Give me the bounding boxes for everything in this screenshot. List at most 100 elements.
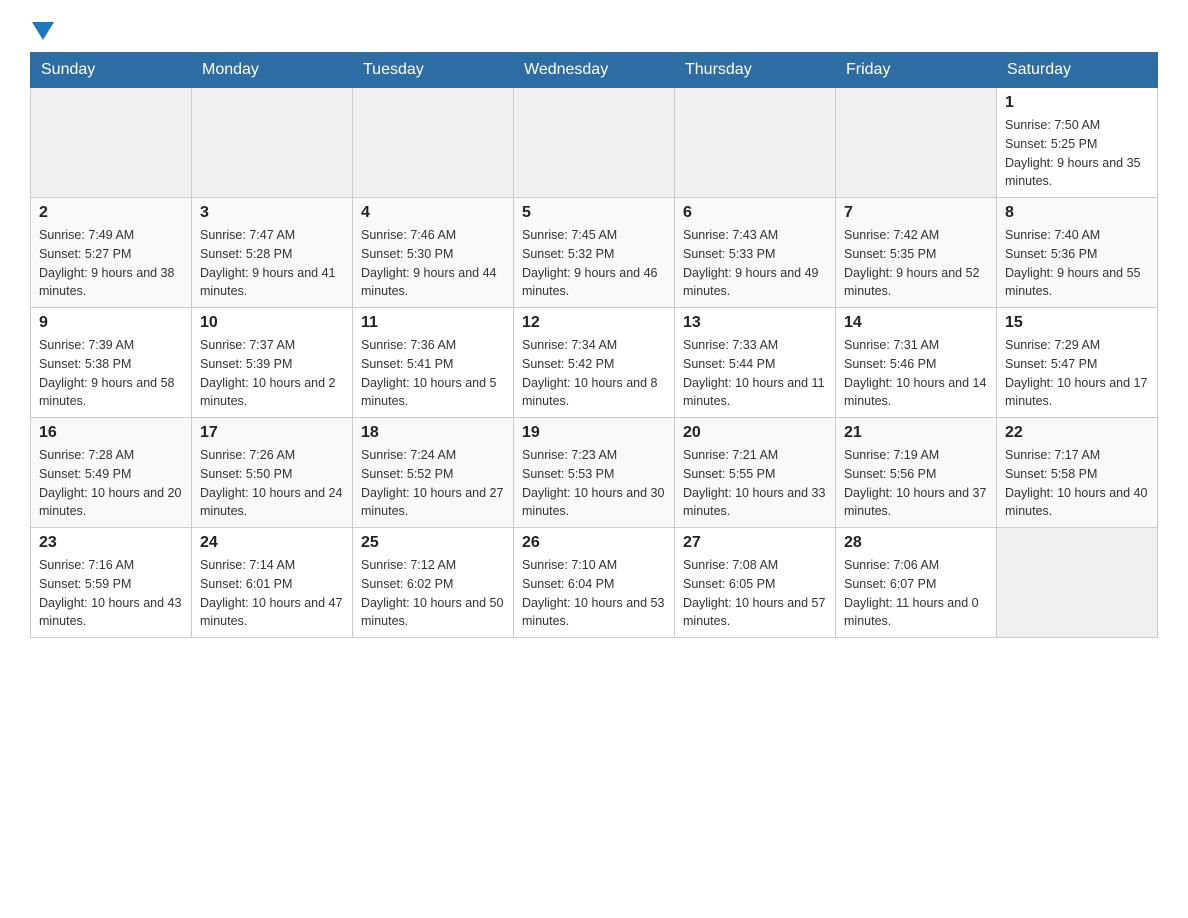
day-info: Sunrise: 7:26 AMSunset: 5:50 PMDaylight:… — [200, 446, 344, 521]
calendar-cell — [836, 88, 997, 198]
day-info: Sunrise: 7:14 AMSunset: 6:01 PMDaylight:… — [200, 556, 344, 631]
calendar-cell: 18 Sunrise: 7:24 AMSunset: 5:52 PMDayligh… — [353, 418, 514, 528]
day-info: Sunrise: 7:46 AMSunset: 5:30 PMDaylight:… — [361, 226, 505, 301]
day-number: 6 — [683, 204, 827, 222]
calendar-table: SundayMondayTuesdayWednesdayThursdayFrid… — [30, 52, 1158, 638]
day-number: 10 — [200, 314, 344, 332]
day-number: 17 — [200, 424, 344, 442]
calendar-header-thursday: Thursday — [675, 53, 836, 88]
calendar-cell: 21 Sunrise: 7:19 AMSunset: 5:56 PMDayligh… — [836, 418, 997, 528]
calendar-cell: 4 Sunrise: 7:46 AMSunset: 5:30 PMDaylight… — [353, 198, 514, 308]
calendar-header-row: SundayMondayTuesdayWednesdayThursdayFrid… — [31, 53, 1158, 88]
day-number: 11 — [361, 314, 505, 332]
day-number: 24 — [200, 534, 344, 552]
day-number: 18 — [361, 424, 505, 442]
calendar-cell: 26 Sunrise: 7:10 AMSunset: 6:04 PMDayligh… — [514, 528, 675, 638]
day-number: 15 — [1005, 314, 1149, 332]
day-info: Sunrise: 7:43 AMSunset: 5:33 PMDaylight:… — [683, 226, 827, 301]
calendar-cell: 28 Sunrise: 7:06 AMSunset: 6:07 PMDayligh… — [836, 528, 997, 638]
calendar-cell — [514, 88, 675, 198]
calendar-cell: 22 Sunrise: 7:17 AMSunset: 5:58 PMDayligh… — [997, 418, 1158, 528]
day-number: 23 — [39, 534, 183, 552]
day-number: 5 — [522, 204, 666, 222]
calendar-cell: 12 Sunrise: 7:34 AMSunset: 5:42 PMDayligh… — [514, 308, 675, 418]
logo — [30, 20, 54, 36]
day-info: Sunrise: 7:40 AMSunset: 5:36 PMDaylight:… — [1005, 226, 1149, 301]
day-info: Sunrise: 7:36 AMSunset: 5:41 PMDaylight:… — [361, 336, 505, 411]
day-info: Sunrise: 7:50 AMSunset: 5:25 PMDaylight:… — [1005, 116, 1149, 191]
calendar-cell: 1 Sunrise: 7:50 AMSunset: 5:25 PMDaylight… — [997, 88, 1158, 198]
day-number: 20 — [683, 424, 827, 442]
calendar-week-row: 2 Sunrise: 7:49 AMSunset: 5:27 PMDaylight… — [31, 198, 1158, 308]
calendar-cell: 13 Sunrise: 7:33 AMSunset: 5:44 PMDayligh… — [675, 308, 836, 418]
calendar-cell: 19Sunrise: 7:23 AMSunset: 5:53 PMDayligh… — [514, 418, 675, 528]
logo-triangle-icon — [32, 22, 54, 40]
day-number: 9 — [39, 314, 183, 332]
calendar-cell: 2 Sunrise: 7:49 AMSunset: 5:27 PMDaylight… — [31, 198, 192, 308]
day-info: Sunrise: 7:21 AMSunset: 5:55 PMDaylight:… — [683, 446, 827, 521]
calendar-cell — [675, 88, 836, 198]
calendar-cell: 10 Sunrise: 7:37 AMSunset: 5:39 PMDayligh… — [192, 308, 353, 418]
day-number: 12 — [522, 314, 666, 332]
day-info: Sunrise: 7:42 AMSunset: 5:35 PMDaylight:… — [844, 226, 988, 301]
day-info: Sunrise: 7:37 AMSunset: 5:39 PMDaylight:… — [200, 336, 344, 411]
day-info: Sunrise: 7:24 AMSunset: 5:52 PMDaylight:… — [361, 446, 505, 521]
calendar-cell: 24 Sunrise: 7:14 AMSunset: 6:01 PMDayligh… — [192, 528, 353, 638]
calendar-cell: 16 Sunrise: 7:28 AMSunset: 5:49 PMDayligh… — [31, 418, 192, 528]
day-number: 4 — [361, 204, 505, 222]
calendar-header-monday: Monday — [192, 53, 353, 88]
day-number: 8 — [1005, 204, 1149, 222]
calendar-cell: 15 Sunrise: 7:29 AMSunset: 5:47 PMDayligh… — [997, 308, 1158, 418]
day-info: Sunrise: 7:23 AMSunset: 5:53 PMDaylight:… — [522, 446, 666, 521]
calendar-header-sunday: Sunday — [31, 53, 192, 88]
day-info: Sunrise: 7:12 AMSunset: 6:02 PMDaylight:… — [361, 556, 505, 631]
calendar-header-friday: Friday — [836, 53, 997, 88]
calendar-cell — [31, 88, 192, 198]
calendar-cell: 27 Sunrise: 7:08 AMSunset: 6:05 PMDayligh… — [675, 528, 836, 638]
day-number: 21 — [844, 424, 988, 442]
day-info: Sunrise: 7:16 AMSunset: 5:59 PMDaylight:… — [39, 556, 183, 631]
day-info: Sunrise: 7:10 AMSunset: 6:04 PMDaylight:… — [522, 556, 666, 631]
day-number: 25 — [361, 534, 505, 552]
day-number: 3 — [200, 204, 344, 222]
day-info: Sunrise: 7:33 AMSunset: 5:44 PMDaylight:… — [683, 336, 827, 411]
day-info: Sunrise: 7:28 AMSunset: 5:49 PMDaylight:… — [39, 446, 183, 521]
calendar-header-tuesday: Tuesday — [353, 53, 514, 88]
calendar-cell: 9Sunrise: 7:39 AMSunset: 5:38 PMDaylight… — [31, 308, 192, 418]
calendar-header-wednesday: Wednesday — [514, 53, 675, 88]
day-info: Sunrise: 7:29 AMSunset: 5:47 PMDaylight:… — [1005, 336, 1149, 411]
day-info: Sunrise: 7:45 AMSunset: 5:32 PMDaylight:… — [522, 226, 666, 301]
day-number: 28 — [844, 534, 988, 552]
calendar-cell: 20 Sunrise: 7:21 AMSunset: 5:55 PMDayligh… — [675, 418, 836, 528]
day-number: 22 — [1005, 424, 1149, 442]
day-number: 2 — [39, 204, 183, 222]
day-number: 26 — [522, 534, 666, 552]
calendar-header-saturday: Saturday — [997, 53, 1158, 88]
calendar-cell: 14Sunrise: 7:31 AMSunset: 5:46 PMDayligh… — [836, 308, 997, 418]
day-info: Sunrise: 7:06 AMSunset: 6:07 PMDaylight:… — [844, 556, 988, 631]
day-info: Sunrise: 7:17 AMSunset: 5:58 PMDaylight:… — [1005, 446, 1149, 521]
day-number: 14 — [844, 314, 988, 332]
day-info: Sunrise: 7:19 AMSunset: 5:56 PMDaylight:… — [844, 446, 988, 521]
day-number: 27 — [683, 534, 827, 552]
calendar-cell — [353, 88, 514, 198]
day-info: Sunrise: 7:34 AMSunset: 5:42 PMDaylight:… — [522, 336, 666, 411]
day-number: 1 — [1005, 94, 1149, 112]
calendar-cell: 8 Sunrise: 7:40 AMSunset: 5:36 PMDaylight… — [997, 198, 1158, 308]
calendar-cell: 11 Sunrise: 7:36 AMSunset: 5:41 PMDayligh… — [353, 308, 514, 418]
calendar-week-row: 9Sunrise: 7:39 AMSunset: 5:38 PMDaylight… — [31, 308, 1158, 418]
calendar-cell: 6 Sunrise: 7:43 AMSunset: 5:33 PMDaylight… — [675, 198, 836, 308]
day-info: Sunrise: 7:47 AMSunset: 5:28 PMDaylight:… — [200, 226, 344, 301]
calendar-cell: 3 Sunrise: 7:47 AMSunset: 5:28 PMDaylight… — [192, 198, 353, 308]
page-header — [30, 20, 1158, 36]
day-number: 16 — [39, 424, 183, 442]
day-number: 13 — [683, 314, 827, 332]
day-info: Sunrise: 7:08 AMSunset: 6:05 PMDaylight:… — [683, 556, 827, 631]
calendar-week-row: 23 Sunrise: 7:16 AMSunset: 5:59 PMDayligh… — [31, 528, 1158, 638]
calendar-cell: 25 Sunrise: 7:12 AMSunset: 6:02 PMDayligh… — [353, 528, 514, 638]
calendar-cell: 7Sunrise: 7:42 AMSunset: 5:35 PMDaylight… — [836, 198, 997, 308]
day-info: Sunrise: 7:49 AMSunset: 5:27 PMDaylight:… — [39, 226, 183, 301]
calendar-cell: 17 Sunrise: 7:26 AMSunset: 5:50 PMDayligh… — [192, 418, 353, 528]
calendar-cell — [192, 88, 353, 198]
calendar-cell: 5 Sunrise: 7:45 AMSunset: 5:32 PMDaylight… — [514, 198, 675, 308]
